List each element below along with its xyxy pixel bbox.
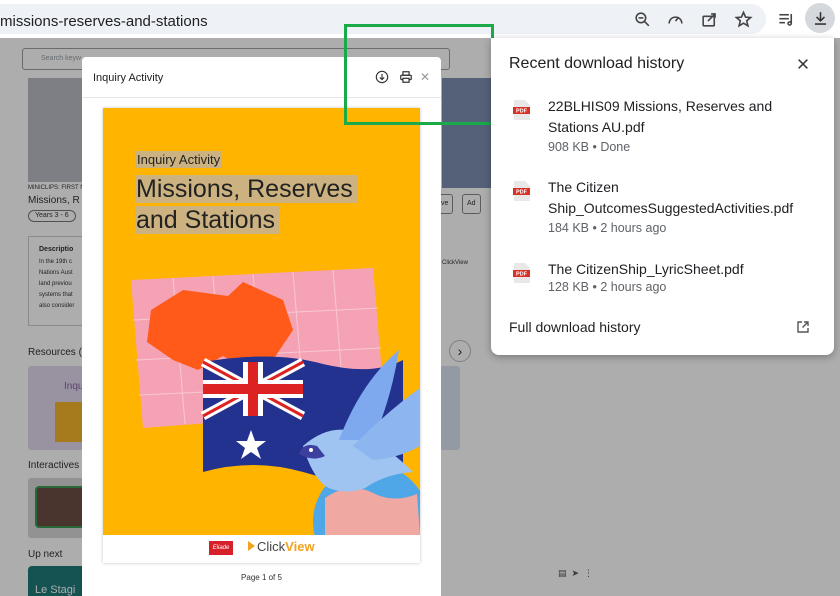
download-panel-title: Recent download history <box>509 55 685 72</box>
share-icon[interactable] <box>697 7 721 31</box>
highlight-box <box>344 24 494 125</box>
cover-title-line1: Missions, Reserves <box>135 175 357 203</box>
reading-list-icon[interactable] <box>774 7 798 31</box>
download-file-meta: 184 KB • 2 hours ago <box>548 221 667 235</box>
bookmark-star-icon[interactable] <box>731 7 755 31</box>
svg-text:PDF: PDF <box>516 272 528 278</box>
inquiry-activity-modal: Inquiry Activity ✕ Inquiry Activity Miss… <box>82 57 441 596</box>
cover-title-line2: and Stations <box>135 206 279 234</box>
pdf-icon: PDF <box>513 100 530 120</box>
download-icon[interactable] <box>805 3 835 33</box>
download-item[interactable]: PDF The Citizen Ship_OutcomesSuggestedAc… <box>491 177 834 253</box>
performance-icon[interactable] <box>663 7 687 31</box>
download-file-name: 22BLHIS09 Missions, Reserves and Station… <box>548 98 773 135</box>
svg-text:PDF: PDF <box>516 109 528 115</box>
download-file-name: The CitizenShip_LyricSheet.pdf <box>548 261 744 277</box>
clickview-logo: ClickView <box>248 539 315 554</box>
cover-title: Missions, Reserves and Stations <box>135 174 375 236</box>
download-item[interactable]: PDF 22BLHIS09 Missions, Reserves and Sta… <box>491 96 834 172</box>
url-text: missions-reserves-and-stations <box>0 13 208 30</box>
open-external-icon[interactable] <box>795 319 811 335</box>
zoom-out-icon[interactable] <box>630 7 654 31</box>
pdf-icon: PDF <box>513 181 530 201</box>
svg-text:PDF: PDF <box>516 190 528 196</box>
download-file-name: The Citizen Ship_OutcomesSuggestedActivi… <box>548 179 794 216</box>
cover-kicker: Inquiry Activity <box>135 151 223 168</box>
download-history-panel: Recent download history PDF 22BLHIS09 Mi… <box>491 38 834 355</box>
cover-footer: Eliade ClickView <box>103 535 420 563</box>
full-download-history-link[interactable]: Full download history <box>509 319 641 335</box>
publisher-logo: Eliade <box>209 541 233 555</box>
pdf-page-preview[interactable]: Inquiry Activity Missions, Reserves and … <box>103 108 420 563</box>
modal-title: Inquiry Activity <box>93 72 164 84</box>
cover-header: Inquiry Activity Missions, Reserves and … <box>103 108 420 260</box>
clickview-view: View <box>285 539 315 554</box>
download-file-meta: 908 KB • Done <box>548 140 631 154</box>
close-icon[interactable] <box>793 54 813 74</box>
pdf-icon: PDF <box>513 263 530 283</box>
clickview-click: Click <box>257 539 286 554</box>
clickview-play-icon <box>248 541 255 551</box>
download-file-meta: 128 KB • 2 hours ago <box>548 280 667 294</box>
page-indicator: Page 1 of 5 <box>241 573 282 582</box>
cover-illustration <box>103 260 420 535</box>
